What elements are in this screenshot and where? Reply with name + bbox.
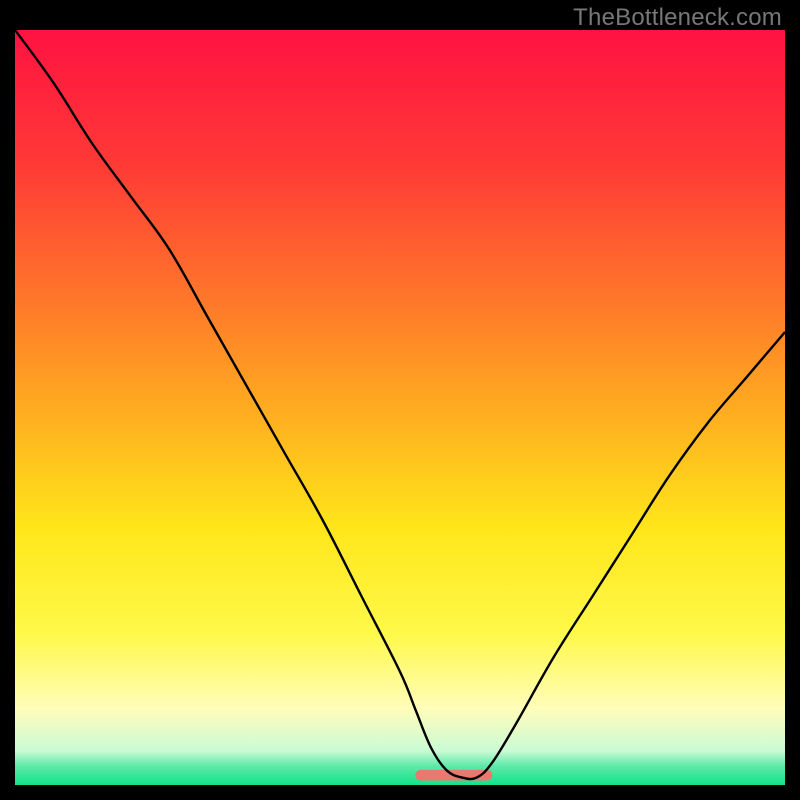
plot-area bbox=[15, 30, 785, 785]
bottleneck-chart bbox=[15, 30, 785, 785]
watermark-text: TheBottleneck.com bbox=[573, 4, 782, 32]
chart-frame: TheBottleneck.com bbox=[0, 0, 800, 800]
